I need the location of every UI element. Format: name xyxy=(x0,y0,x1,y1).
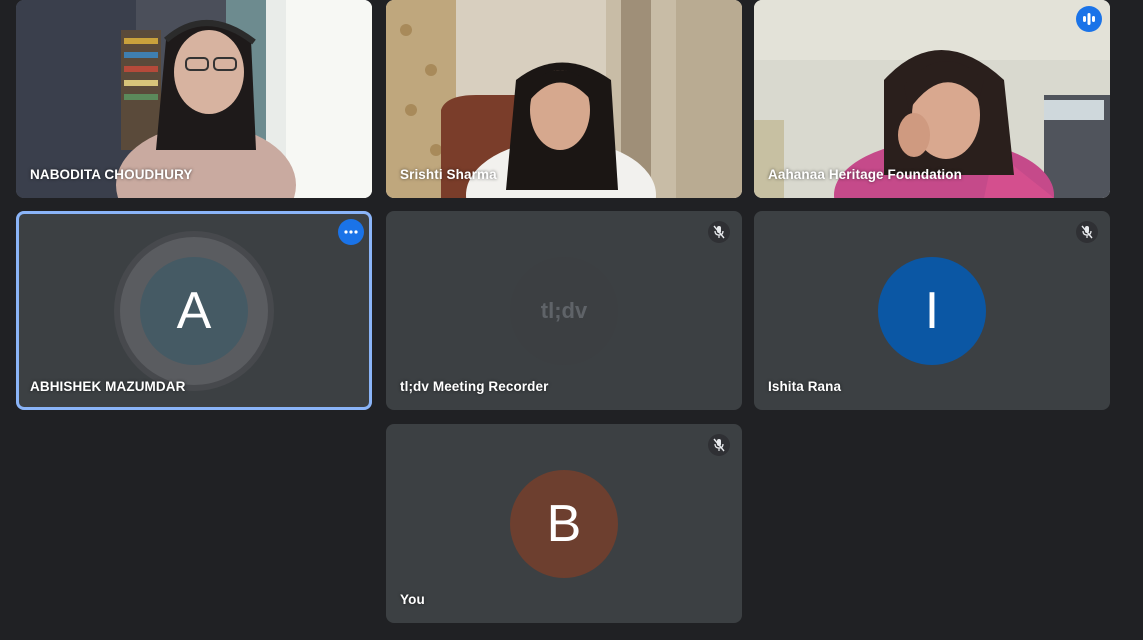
participant-name: ABHISHEK MAZUMDAR xyxy=(30,379,186,394)
mic-off-icon xyxy=(708,221,730,243)
participant-name: tl;dv Meeting Recorder xyxy=(400,379,549,394)
participant-name: NABODITA CHOUDHURY xyxy=(30,167,193,182)
mic-off-icon xyxy=(708,434,730,456)
avatar-initial: I xyxy=(924,281,940,340)
mic-off-icon xyxy=(1076,221,1098,243)
meeting-grid: NABODITA CHOUDHURY Srishti Sharma Aahana… xyxy=(0,0,1143,640)
avatar: I xyxy=(878,256,986,365)
participant-tile-aahanaa[interactable]: Aahanaa Heritage Foundation xyxy=(754,0,1110,198)
avatar-initial: tl;dv xyxy=(540,297,588,323)
participant-tile-you[interactable]: B You xyxy=(386,424,742,623)
avatar: tl;dv xyxy=(510,256,618,365)
participant-tile-srishti[interactable]: Srishti Sharma xyxy=(386,0,742,198)
avatar-initial: A xyxy=(176,281,212,340)
audio-level-icon xyxy=(1076,6,1102,32)
participant-tile-nabodita[interactable]: NABODITA CHOUDHURY xyxy=(16,0,372,198)
participant-name: Ishita Rana xyxy=(768,379,842,394)
participant-name: Srishti Sharma xyxy=(400,167,497,182)
participant-tile-tldv[interactable]: tl;dv tl;dv Meeting Recorder xyxy=(386,211,742,410)
avatar-initial: B xyxy=(546,494,582,553)
participant-tile-ishita[interactable]: I Ishita Rana xyxy=(754,211,1110,410)
avatar: A xyxy=(140,256,248,365)
participant-name: Aahanaa Heritage Foundation xyxy=(768,167,962,182)
participant-tile-abhishek[interactable]: A ABHISHEK MAZUMDAR xyxy=(16,211,372,410)
participant-name: You xyxy=(400,592,425,607)
more-options-icon[interactable] xyxy=(338,219,364,245)
avatar: B xyxy=(510,469,618,578)
